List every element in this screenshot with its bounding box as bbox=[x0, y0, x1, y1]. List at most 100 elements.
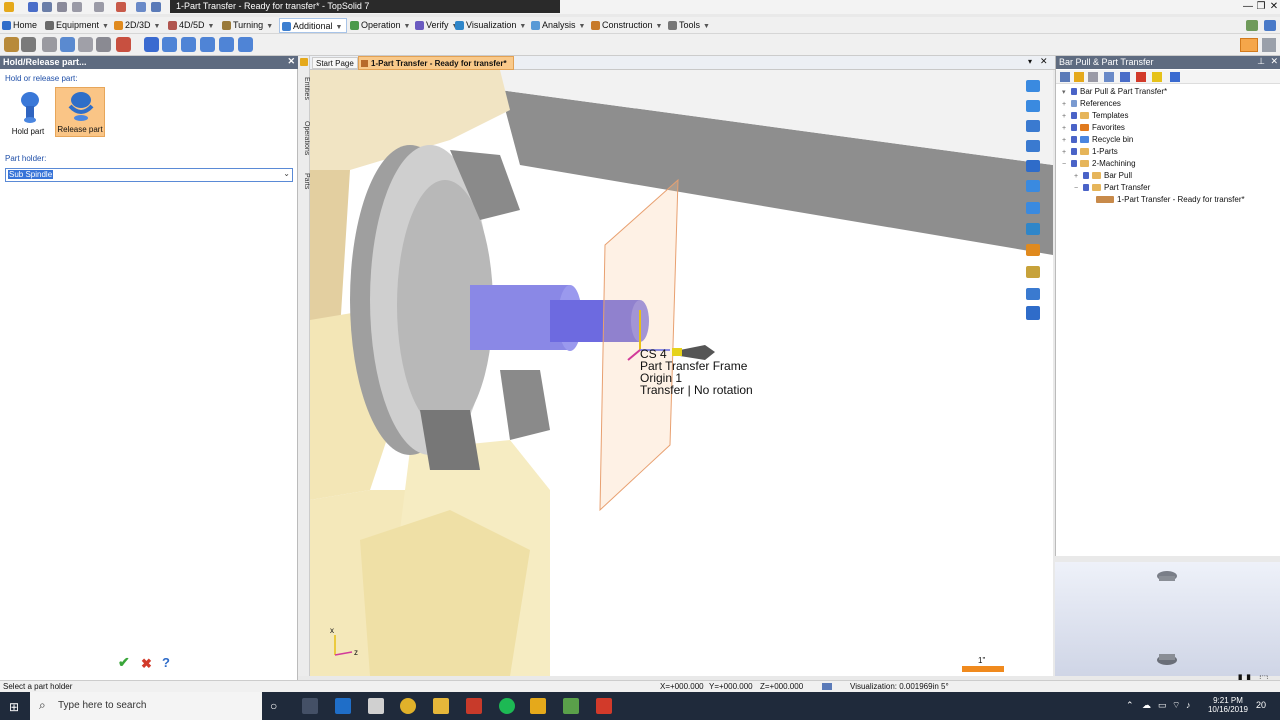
sort-icon[interactable] bbox=[1120, 72, 1130, 82]
menu-2d3d[interactable]: 2D/3D ▼ bbox=[112, 18, 164, 33]
tool-transfer-2-icon[interactable] bbox=[162, 37, 177, 52]
network-icon[interactable]: ▭ bbox=[1158, 700, 1167, 711]
part-holder-select[interactable]: Sub Spindle ⌄ bbox=[5, 168, 293, 182]
layout-icon[interactable] bbox=[1262, 38, 1276, 52]
file-explorer-icon[interactable] bbox=[433, 698, 449, 714]
outlook-icon[interactable] bbox=[335, 698, 351, 714]
view-zoom-window-icon[interactable] bbox=[1026, 180, 1040, 192]
folder-icon[interactable] bbox=[1074, 72, 1084, 82]
ok-check-icon[interactable]: ✔ bbox=[118, 654, 130, 671]
print-icon[interactable] bbox=[57, 2, 67, 12]
spotify-icon[interactable] bbox=[499, 698, 515, 714]
tool-fixture-icon[interactable] bbox=[42, 37, 57, 52]
menu-analysis[interactable]: Analysis ▼ bbox=[529, 18, 589, 33]
hold-part-button[interactable]: Hold part bbox=[8, 88, 48, 138]
chevron-up-icon[interactable]: ⌃ bbox=[1126, 700, 1134, 711]
open-icon[interactable] bbox=[151, 2, 161, 12]
menu-construction[interactable]: Construction ▼ bbox=[589, 18, 666, 33]
clock[interactable]: 9:21 PM 10/16/2019 bbox=[1206, 696, 1250, 714]
minimize-button[interactable]: — bbox=[1242, 0, 1254, 13]
link-icon[interactable] bbox=[1104, 72, 1114, 82]
tree-item[interactable]: + References bbox=[1062, 98, 1121, 110]
sketch-icon[interactable] bbox=[116, 2, 126, 12]
refresh-icon[interactable] bbox=[136, 2, 146, 12]
app-icon[interactable] bbox=[4, 2, 14, 12]
save-icon[interactable] bbox=[28, 2, 38, 12]
wifi-icon[interactable]: ⌔ bbox=[1172, 700, 1180, 711]
calculator-icon[interactable] bbox=[368, 698, 384, 714]
menu-equipment[interactable]: Equipment ▼ bbox=[43, 18, 113, 33]
view-pan-icon[interactable] bbox=[1026, 100, 1040, 112]
topsolid-icon[interactable] bbox=[530, 698, 546, 714]
view-render-icon[interactable] bbox=[1026, 244, 1040, 256]
visualization-icon[interactable] bbox=[822, 683, 832, 690]
settings-icon[interactable] bbox=[1246, 20, 1258, 31]
task-view-icon[interactable] bbox=[302, 698, 318, 714]
volume-icon[interactable]: ♪ bbox=[1186, 700, 1191, 710]
cloud-icon[interactable]: ☁ bbox=[1142, 700, 1151, 711]
tree-item[interactable]: + Templates bbox=[1062, 110, 1128, 122]
tool-transfer-3-icon[interactable] bbox=[181, 37, 196, 52]
tool-measure-icon[interactable] bbox=[21, 37, 36, 52]
view-move-icon[interactable] bbox=[1026, 80, 1040, 92]
taskbar-search[interactable]: ⌕ Type here to search bbox=[30, 692, 262, 720]
help-question-icon[interactable]: ? bbox=[162, 655, 170, 670]
tab-active-document[interactable]: 1-Part Transfer - Ready for transfer* bbox=[358, 56, 514, 70]
view-standard-icon[interactable] bbox=[1026, 306, 1040, 320]
view-orbit-icon[interactable] bbox=[1026, 140, 1040, 152]
menu-4d5d[interactable]: 4D/5D ▼ bbox=[166, 18, 218, 33]
view-mode-icon[interactable] bbox=[1240, 38, 1258, 52]
view-rotate-icon[interactable] bbox=[1026, 120, 1040, 132]
tool-transfer-6-icon[interactable] bbox=[238, 37, 253, 52]
tab-start-page[interactable]: Start Page bbox=[312, 57, 358, 69]
tool-gear-icon[interactable] bbox=[78, 37, 93, 52]
tool-delete-icon[interactable] bbox=[116, 37, 131, 52]
tree-item[interactable]: ▾ Bar Pull & Part Transfer* bbox=[1062, 86, 1167, 98]
tree-toggle-icon[interactable]: − bbox=[1062, 159, 1071, 171]
chevron-down-icon[interactable]: ⌄ bbox=[283, 169, 290, 178]
tree-item-active-document[interactable]: 1-Part Transfer - Ready for transfer* bbox=[1096, 194, 1245, 206]
filter-icon[interactable] bbox=[1088, 72, 1098, 82]
tree-item[interactable]: + Bar Pull bbox=[1074, 170, 1132, 182]
view-lights-icon[interactable] bbox=[1026, 266, 1040, 278]
menu-operation[interactable]: Operation ▼ bbox=[348, 18, 414, 33]
tool-clamp-icon[interactable] bbox=[60, 37, 75, 52]
tree-item[interactable]: + Recycle bin bbox=[1062, 134, 1133, 146]
windows-start-icon[interactable]: ⊞ bbox=[9, 700, 19, 714]
side-tab-parts[interactable]: Parts bbox=[298, 168, 310, 194]
help-icon[interactable] bbox=[1264, 20, 1276, 31]
close-icon[interactable]: ✕ bbox=[287, 56, 295, 67]
swap-icon[interactable] bbox=[1170, 72, 1180, 82]
view-cube-icon[interactable] bbox=[1026, 223, 1040, 235]
tool-axis-icon[interactable] bbox=[4, 37, 19, 52]
side-tab-pin-icon[interactable] bbox=[300, 58, 308, 66]
close-window-button[interactable]: ✕ bbox=[1268, 0, 1280, 13]
expand-icon[interactable] bbox=[1060, 72, 1070, 82]
notepad-icon[interactable] bbox=[563, 698, 579, 714]
tool-transfer-5-icon[interactable] bbox=[219, 37, 234, 52]
tool-holder-icon[interactable] bbox=[96, 37, 111, 52]
menu-turning[interactable]: Turning ▼ bbox=[220, 18, 277, 33]
3d-viewport[interactable]: CS 4 Part Transfer Frame Origin 1 Transf… bbox=[310, 70, 1053, 676]
warning-icon[interactable] bbox=[1152, 72, 1162, 82]
side-tab-entities[interactable]: Entities bbox=[298, 68, 310, 108]
restore-button[interactable]: ❐ bbox=[1255, 0, 1267, 13]
recorder-icon[interactable] bbox=[596, 698, 612, 714]
release-part-button[interactable]: Release part bbox=[55, 87, 105, 137]
bookmark-icon[interactable] bbox=[1136, 72, 1146, 82]
tab-list-icon[interactable]: ▾ bbox=[1028, 57, 1032, 66]
tree-toggle-icon[interactable]: − bbox=[1074, 183, 1083, 195]
tree-item[interactable]: − Part Transfer bbox=[1074, 182, 1150, 194]
undo-icon[interactable] bbox=[72, 2, 82, 12]
tool-transfer-icon[interactable] bbox=[144, 37, 159, 52]
tree-item[interactable]: + Favorites bbox=[1062, 122, 1125, 134]
menu-tools[interactable]: Tools ▼ bbox=[666, 18, 714, 33]
pin-icon[interactable]: ⊥ bbox=[1257, 56, 1265, 67]
chrome-icon[interactable] bbox=[400, 698, 416, 714]
side-tab-operations[interactable]: Operations bbox=[298, 112, 310, 164]
close-icon[interactable]: ✕ bbox=[1270, 56, 1278, 67]
tree-item[interactable]: − 2-Machining bbox=[1062, 158, 1136, 170]
view-layout-icon[interactable] bbox=[1026, 160, 1040, 172]
tool-transfer-4-icon[interactable] bbox=[200, 37, 215, 52]
view-section-icon[interactable] bbox=[1026, 288, 1040, 300]
